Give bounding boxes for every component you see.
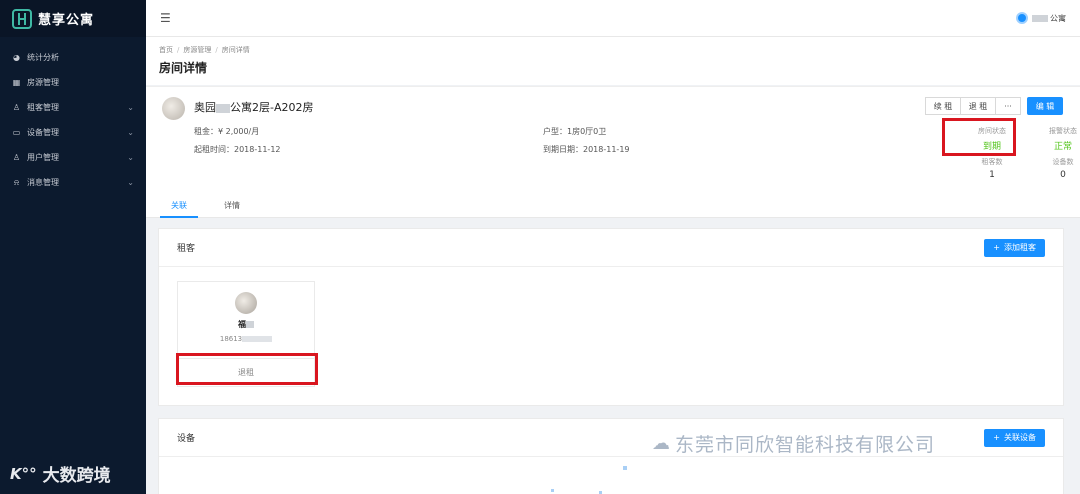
more-button[interactable]: ···	[995, 97, 1021, 115]
devices-card-title: 设备	[177, 434, 196, 444]
wechat-icon: ☁	[652, 433, 671, 454]
app-name: 慧享公寓	[38, 13, 95, 28]
room-avatar	[162, 97, 185, 120]
alarm-status: 报警状态 正常	[1049, 127, 1077, 152]
sidebar-item-users[interactable]: ♙ 用户管理 ⌄	[0, 145, 146, 170]
room-action-group: 续 租 退 租 ···	[925, 97, 1021, 115]
start-date-field: 起租时间：2018-11-12	[194, 145, 281, 154]
end-date-field: 到期日期：2018-11-19	[543, 145, 630, 154]
sidebar-item-label: 统计分析	[27, 53, 59, 62]
add-tenant-button[interactable]: + 添加租客	[984, 238, 1045, 257]
sidebar-item-label: 设备管理	[27, 128, 59, 137]
tenant-count: 租客数 1	[981, 158, 1003, 180]
chevron-down-icon: ⌄	[127, 103, 134, 112]
bell-icon: ⍾	[13, 177, 20, 187]
sidebar-item-tenants[interactable]: ♙ 租客管理 ⌄	[0, 95, 146, 120]
menu-fold-icon[interactable]: ☰	[160, 11, 171, 25]
tenant-name: 福	[178, 319, 314, 330]
user-icon: ♙	[12, 103, 21, 112]
user-menu[interactable]: 公寓	[1016, 12, 1066, 24]
logo-icon	[12, 8, 32, 29]
main-content: ☰ 公寓 首页 / 房源管理 / 房间详情 房间详情 奥园 公寓2层-A202房 租金：¥…	[146, 0, 1080, 494]
sidebar-item-label: 消息管理	[27, 178, 59, 187]
link-device-button[interactable]: + 关联设备	[984, 428, 1045, 447]
room-detail-panel: 奥园 公寓2层-A202房 租金：¥ 2,000/月 起租时间：2018-11-1…	[146, 86, 1080, 192]
plus-icon: +	[993, 243, 1000, 252]
tenants-card-header: 租客 + 添加租客	[159, 229, 1063, 267]
chevron-down-icon: ⌄	[127, 153, 134, 162]
watermark-dashujuajing: K°° 大数跨境	[10, 461, 111, 487]
loading-dot	[551, 489, 554, 492]
sidebar-item-messages[interactable]: ⍾ 消息管理 ⌄	[0, 170, 146, 195]
sidebar-item-statistics[interactable]: ◕ 统计分析	[0, 45, 146, 70]
avatar	[235, 292, 257, 314]
loading-dot	[623, 466, 627, 470]
plus-icon: +	[993, 433, 1000, 442]
edit-button[interactable]: 编 辑	[1027, 97, 1063, 115]
app-logo[interactable]: 慧享公寓	[0, 0, 146, 37]
watermark-company: ☁ 东莞市同欣智能科技有限公司	[652, 433, 936, 456]
monitor-icon: ▭	[12, 128, 21, 137]
checkout-button[interactable]: 退 租	[960, 97, 996, 115]
detail-tabs: 关联 详情	[146, 192, 1080, 218]
renew-button[interactable]: 续 租	[925, 97, 961, 115]
chevron-down-icon: ⌄	[127, 178, 134, 187]
breadcrumb-current: 房间详情	[221, 46, 250, 54]
tab-ink-bar	[160, 216, 198, 218]
page-header: 首页 / 房源管理 / 房间详情 房间详情	[146, 37, 1080, 85]
breadcrumb: 首页 / 房源管理 / 房间详情	[159, 46, 250, 54]
tenant-phone: 18613	[178, 335, 314, 343]
highlight-room-status	[942, 118, 1016, 156]
redacted-text	[216, 103, 230, 113]
tab-relations[interactable]: 关联	[171, 200, 187, 211]
highlight-checkout	[176, 353, 318, 385]
redacted-text	[242, 336, 273, 342]
sidebar-item-listings[interactable]: ▦ 房源管理	[0, 70, 146, 95]
sidebar-item-label: 房源管理	[27, 78, 59, 87]
building-icon: ▦	[12, 78, 21, 87]
sidebar-menu: ◕ 统计分析 ▦ 房源管理 ♙ 租客管理 ⌄ ▭ 设备管理 ⌄ ♙ 用户管理 ⌄…	[0, 37, 146, 195]
watermark-text: 大数跨境	[42, 466, 111, 486]
tenants-card: 租客 + 添加租客 福 18613 退租	[158, 228, 1064, 406]
room-name: 奥园 公寓2层-A202房	[194, 101, 314, 114]
user-name: 公寓	[1050, 13, 1066, 23]
tenants-card-title: 租客	[177, 244, 196, 254]
rent-field: 租金：¥ 2,000/月	[194, 127, 260, 136]
topbar: ☰ 公寓	[146, 0, 1080, 37]
page-title: 房间详情	[159, 61, 208, 75]
pie-chart-icon: ◕	[13, 53, 20, 62]
avatar	[1016, 12, 1028, 24]
sidebar-item-devices[interactable]: ▭ 设备管理 ⌄	[0, 120, 146, 145]
sidebar-item-label: 用户管理	[27, 153, 59, 162]
redacted-text	[1032, 14, 1048, 22]
watermark-logo-icon: K°°	[10, 464, 37, 483]
tab-details[interactable]: 详情	[224, 200, 240, 211]
device-count: 设备数 0	[1052, 158, 1074, 180]
user-icon: ♙	[12, 153, 21, 162]
chevron-down-icon: ⌄	[127, 128, 134, 137]
breadcrumb-listings[interactable]: 房源管理	[183, 46, 211, 54]
sidebar-item-label: 租客管理	[27, 103, 59, 112]
breadcrumb-home[interactable]: 首页	[159, 46, 173, 54]
layout-field: 户型：1房0厅0卫	[543, 127, 607, 136]
redacted-text	[246, 321, 254, 328]
sidebar: 慧享公寓 ◕ 统计分析 ▦ 房源管理 ♙ 租客管理 ⌄ ▭ 设备管理 ⌄ ♙ 用…	[0, 0, 146, 494]
